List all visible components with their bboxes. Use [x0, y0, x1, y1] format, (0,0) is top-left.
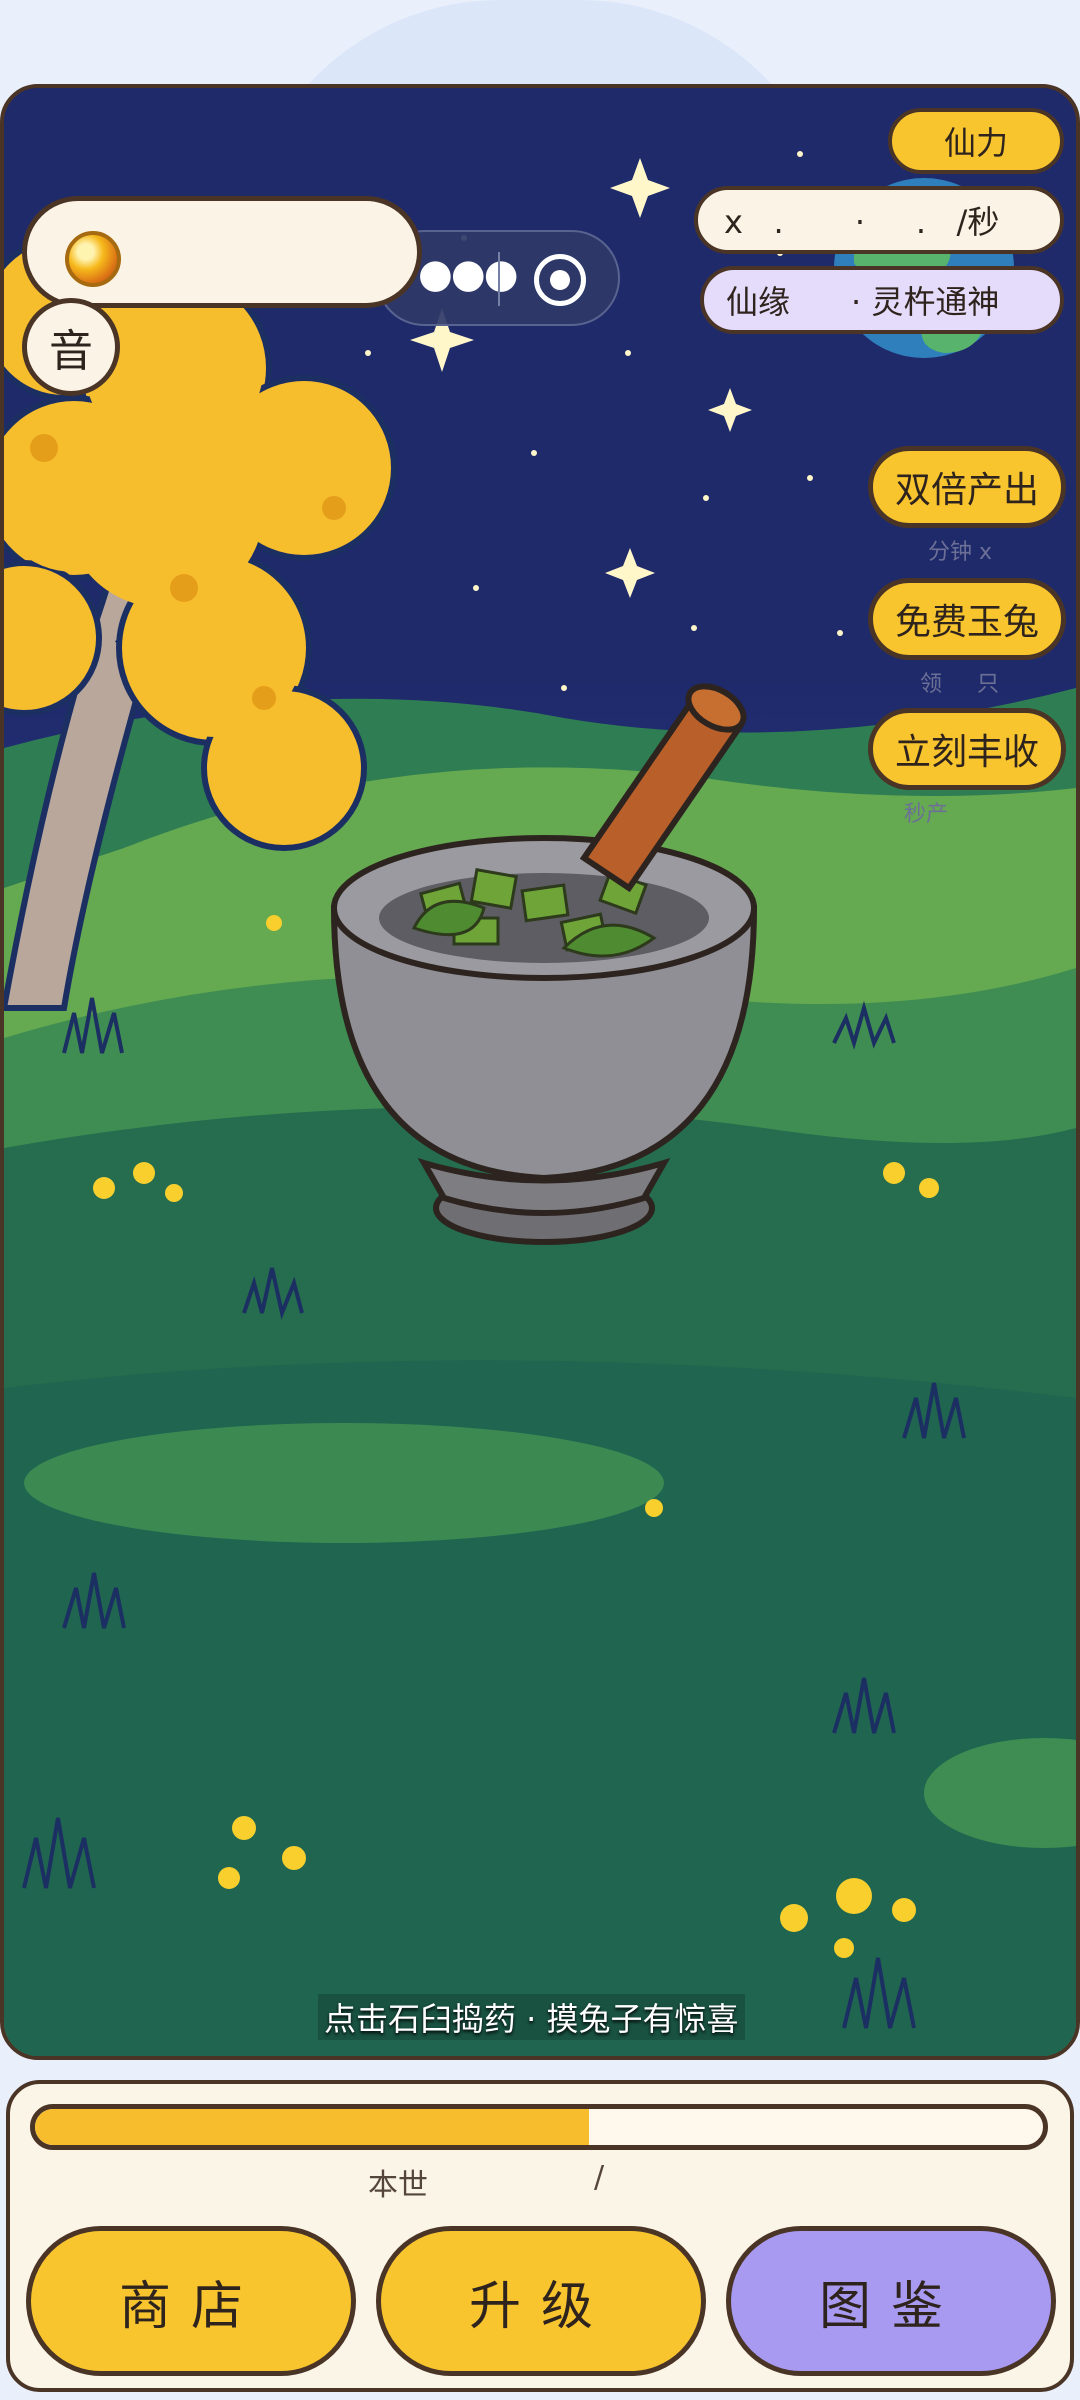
power-badge: 仙力 — [888, 108, 1064, 174]
life-progress-fill — [35, 2109, 590, 2145]
production-rate: x . · . /秒 — [694, 186, 1064, 254]
shop-button[interactable]: 商店 — [26, 2226, 356, 2376]
gold-coin-icon — [65, 231, 121, 287]
codex-button[interactable]: 图鉴 — [726, 2226, 1056, 2376]
double-output-label: 双倍产出 — [894, 470, 1039, 511]
double-output-button[interactable]: 双倍产出 — [868, 446, 1066, 528]
power-label: 仙力 — [943, 124, 1008, 162]
target-ring-icon[interactable] — [534, 254, 586, 306]
free-rabbit-label: 免费玉兔 — [894, 602, 1039, 643]
free-rabbit-button[interactable]: 免费玉兔 — [868, 578, 1066, 660]
hint-text: 点击石臼捣药 · 摸兔子有惊喜 — [318, 1994, 745, 2040]
capsule-divider — [498, 252, 500, 306]
instant-harvest-sub: 秒产 — [904, 802, 949, 827]
instant-harvest-button[interactable]: 立刻丰收 — [868, 708, 1066, 790]
instant-harvest-label: 立刻丰收 — [894, 732, 1039, 773]
upgrade-button[interactable]: 升级 — [376, 2226, 706, 2376]
progress-separator: / — [594, 2160, 605, 2195]
game-scene: ●●● 音 仙力 x . · . /秒 仙缘 · 灵杵通神 双倍产出 分钟 x … — [0, 84, 1080, 2060]
coin-counter — [22, 196, 422, 308]
fate-status: 仙缘 · 灵杵通神 — [700, 266, 1064, 334]
progress-label: 本世 — [368, 2168, 428, 2203]
life-progress-bar — [30, 2104, 1048, 2150]
sound-label: 音 — [49, 326, 93, 377]
more-dots-icon[interactable]: ●●● — [418, 254, 519, 294]
shop-label: 商店 — [118, 2276, 263, 2337]
production-rate-text: x . · . /秒 — [724, 203, 1000, 241]
fate-status-text: 仙缘 · 灵杵通神 — [726, 283, 1000, 321]
upgrade-label: 升级 — [468, 2276, 613, 2337]
free-rabbit-sub: 领 只 — [920, 672, 999, 697]
mortar-tap-target[interactable] — [324, 688, 764, 1248]
bottom-panel: 本世 / 商店 升级 图鉴 — [6, 2080, 1074, 2392]
codex-label: 图鉴 — [818, 2276, 963, 2337]
sound-toggle-button[interactable]: 音 — [22, 298, 120, 396]
double-output-sub: 分钟 x — [928, 540, 993, 565]
